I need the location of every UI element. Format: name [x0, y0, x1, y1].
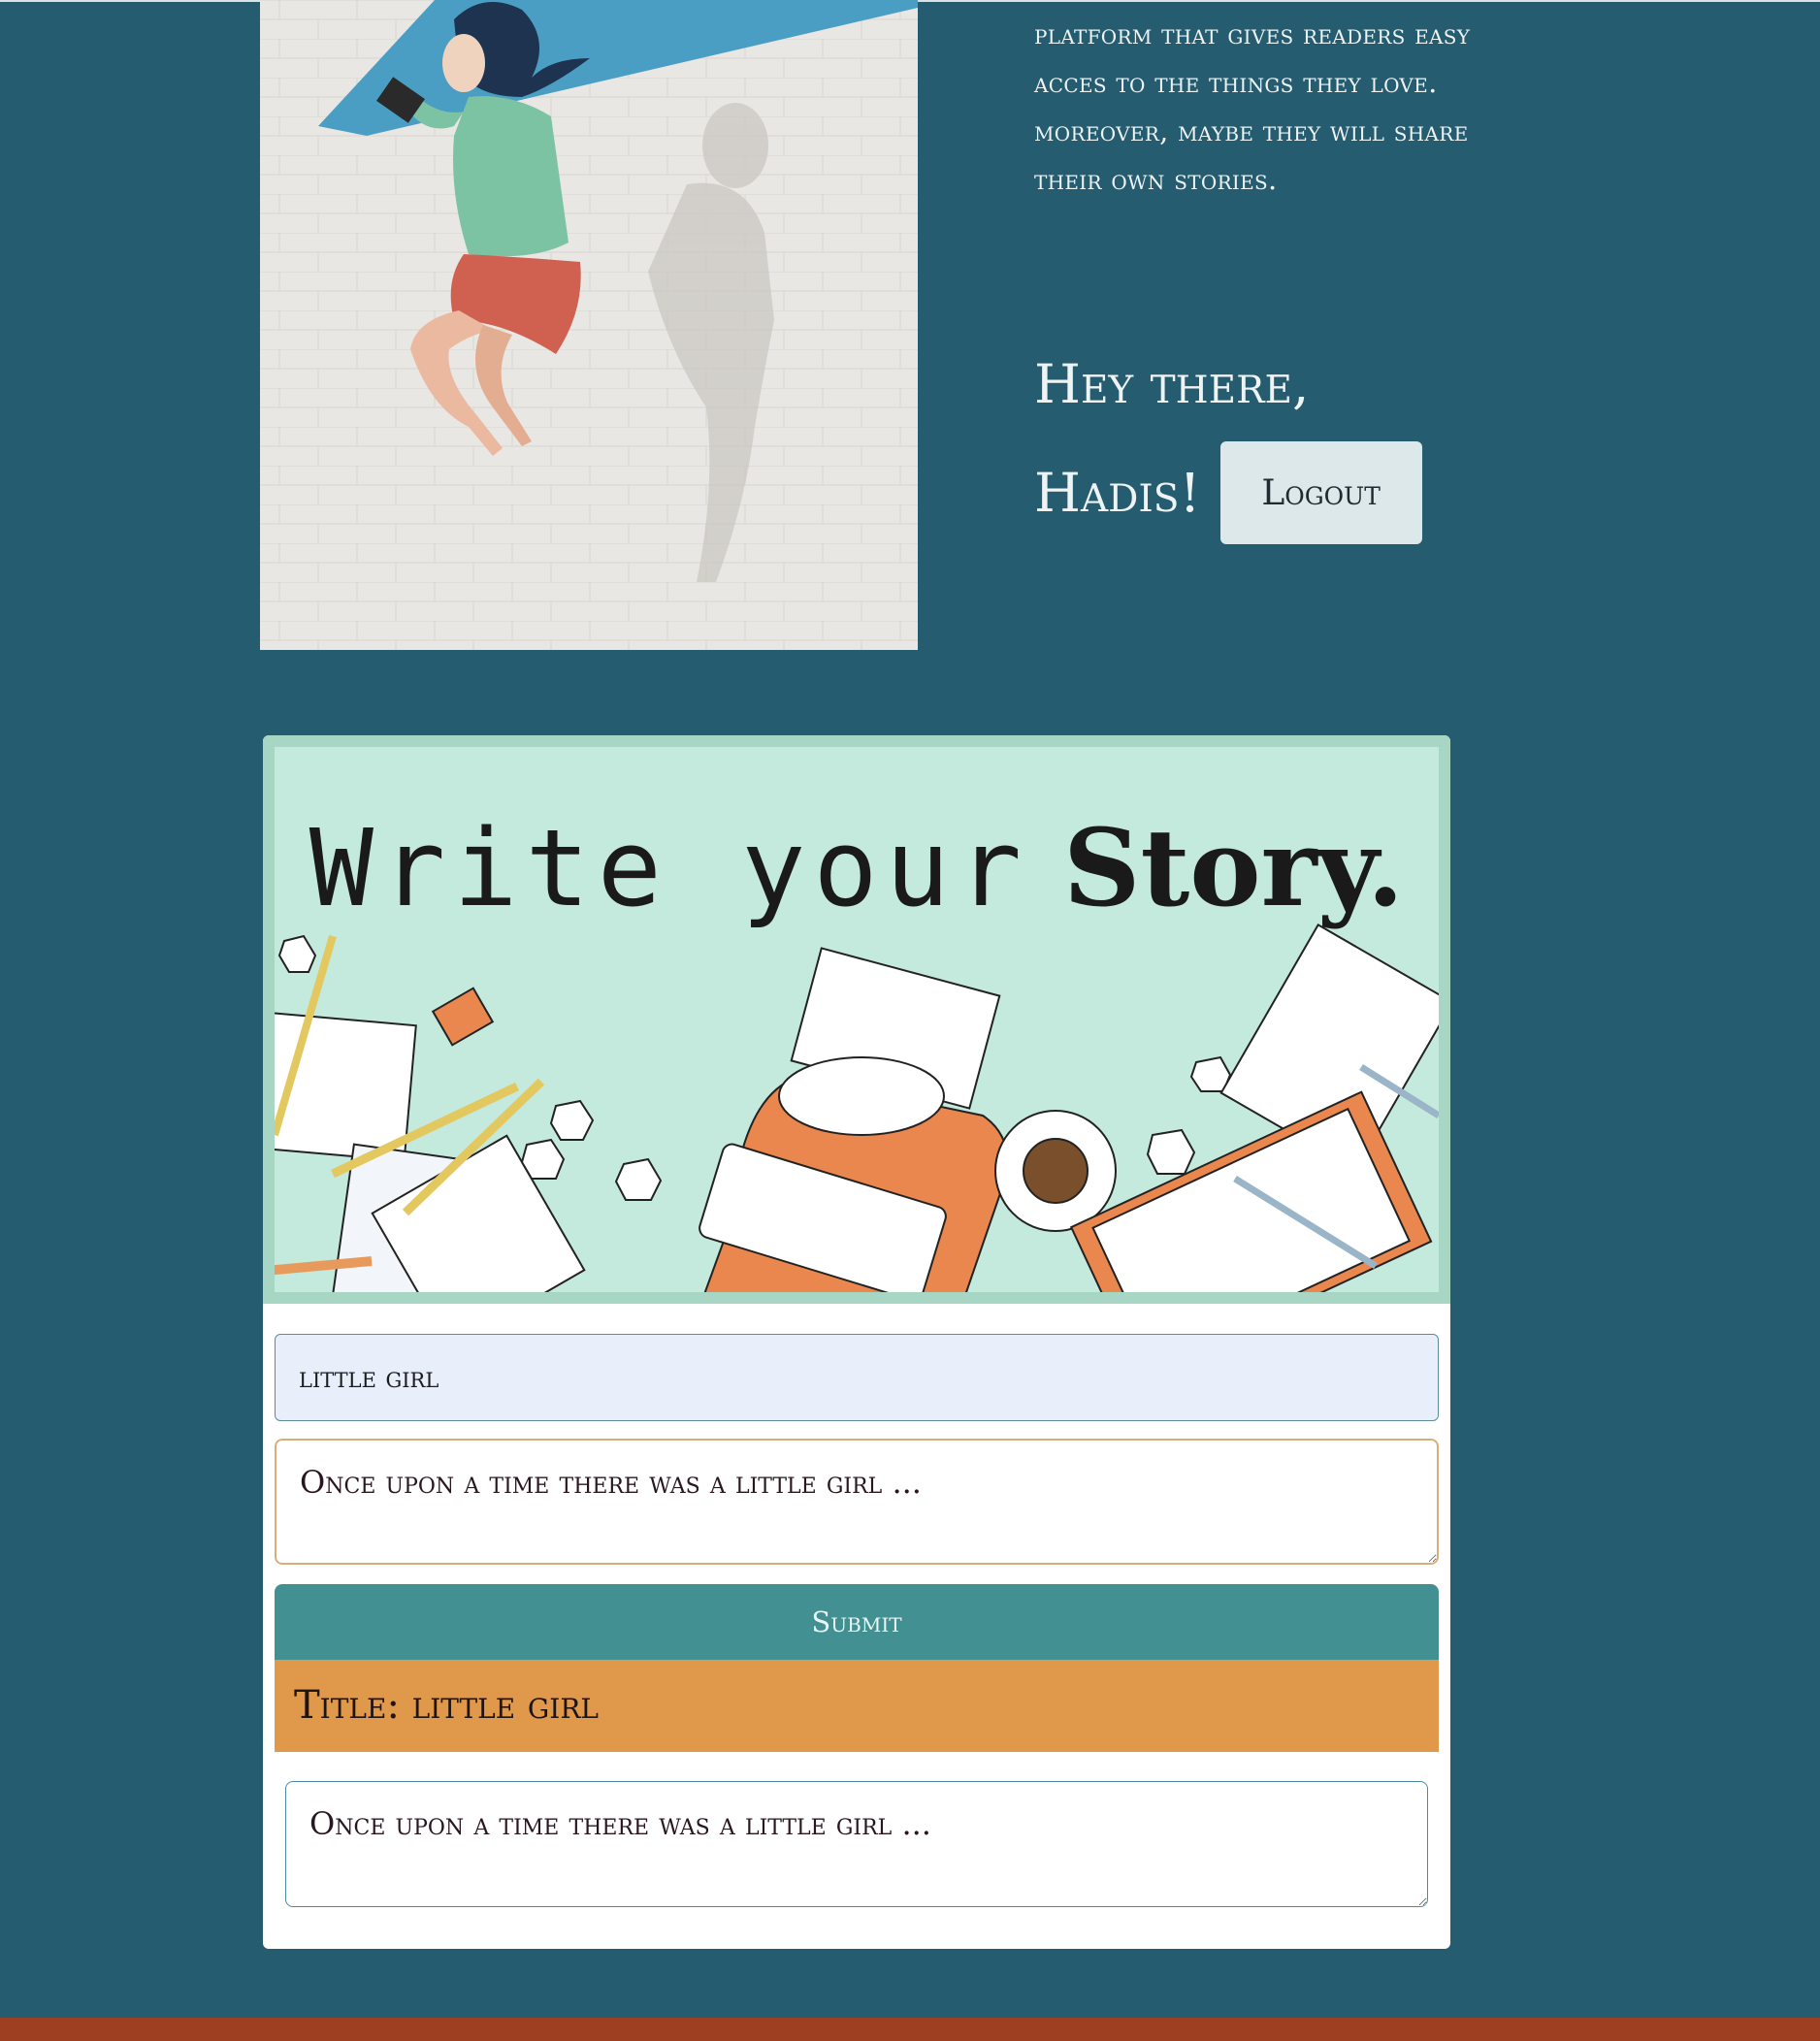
- result-story-text[interactable]: Once upon a time there was a little girl…: [285, 1781, 1428, 1907]
- write-story-banner: Write your Story.: [263, 735, 1450, 1304]
- banner-title-part1: Write your: [309, 806, 1030, 930]
- story-text-input[interactable]: Once upon a time there was a little girl…: [275, 1439, 1439, 1565]
- footer-bar: [0, 2018, 1820, 2041]
- girl-reading-illustration: [260, 0, 918, 650]
- story-title-input[interactable]: [275, 1334, 1439, 1421]
- greeting-line: Hey there,: [1034, 353, 1310, 415]
- banner-title: Write your Story.: [275, 805, 1439, 930]
- submit-button[interactable]: Submit: [275, 1584, 1439, 1660]
- intro-text: platform that gives readers easy acces t…: [1034, 17, 1471, 196]
- user-name: Hadis!: [1034, 462, 1201, 524]
- banner-title-part2: Story.: [1063, 805, 1405, 930]
- logout-button[interactable]: Logout: [1219, 441, 1422, 544]
- result-title: Title: little girl: [275, 1660, 1439, 1752]
- story-card: Write your Story. Once upon a time there…: [263, 735, 1450, 1949]
- banner-image: Write your Story.: [275, 747, 1439, 1292]
- greeting: Hey there, Hadis! Logout: [1034, 330, 1490, 547]
- greeting-name-row: Hadis! Logout: [1034, 438, 1490, 547]
- hero-illustration: [260, 0, 918, 650]
